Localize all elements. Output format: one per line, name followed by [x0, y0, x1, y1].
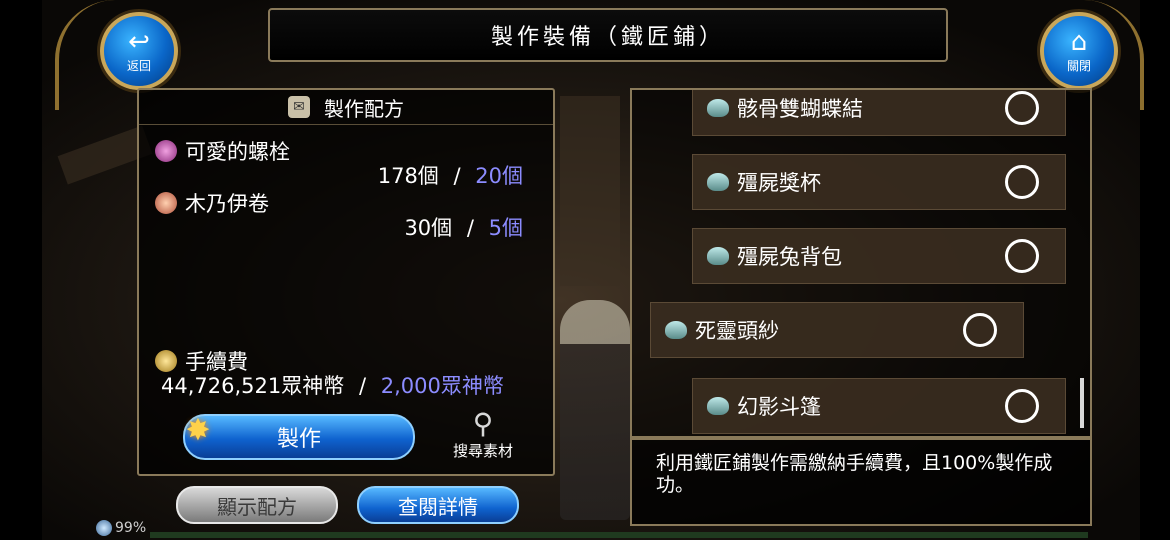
- select-radio[interactable]: [1005, 165, 1039, 199]
- show-recipe-button[interactable]: 顯示配方: [176, 486, 338, 524]
- right-letterbox: [1140, 0, 1170, 540]
- search-label: 搜尋素材: [452, 442, 513, 460]
- close-button[interactable]: ⌂ 關閉: [1040, 12, 1118, 90]
- back-button[interactable]: ↩ 返回: [100, 12, 178, 90]
- description-panel: 利用鐵匠鋪製作需繳納手續費，且100%製作成功。: [630, 438, 1092, 526]
- recipe-header: ✉ 製作配方: [139, 90, 553, 125]
- material-have: 30個: [404, 216, 453, 240]
- recipe-panel: ✉ 製作配方 可愛的螺栓 178個 / 20個 木乃伊卷 30個 / 5個 手續…: [137, 88, 555, 476]
- list-item[interactable]: 骸骨雙蝴蝶結: [692, 90, 1066, 136]
- list-item[interactable]: 幻影斗篷: [692, 378, 1066, 434]
- material-have: 178個: [377, 164, 439, 188]
- select-radio[interactable]: [963, 313, 997, 347]
- quantity-separator: /: [453, 164, 461, 188]
- fee-need: 2,000眾神幣: [380, 374, 504, 398]
- hat-icon: [707, 173, 729, 191]
- fee-amount: 44,726,521眾神幣 / 2,000眾神幣: [161, 370, 504, 400]
- material-name: 可愛的螺栓: [155, 136, 290, 166]
- bolt-icon: [155, 140, 177, 162]
- item-name: 殭屍兔背包: [737, 245, 842, 269]
- material-need: 20個: [475, 164, 523, 188]
- battery-orb-icon: [96, 520, 112, 536]
- material-quantity: 30個 / 5個: [404, 212, 523, 242]
- select-radio[interactable]: [1005, 91, 1039, 125]
- left-letterbox: [0, 0, 42, 540]
- magnifier-icon: ⚲: [472, 407, 494, 440]
- view-details-button[interactable]: 查閱詳情: [357, 486, 519, 524]
- hat-icon: [707, 247, 729, 265]
- list-item-selected[interactable]: 死靈頭紗: [650, 302, 1024, 358]
- home-icon: ⌂: [1070, 26, 1088, 57]
- background-beam: [560, 96, 620, 286]
- fee-have: 44,726,521眾神幣: [161, 374, 345, 398]
- title-bar: 製作裝備（鐵匠鋪）: [268, 8, 948, 62]
- quantity-separator: /: [466, 216, 474, 240]
- back-arrow-icon: ↩: [128, 26, 150, 57]
- player-character: [560, 300, 630, 520]
- hammer-spark-icon: ✸: [185, 413, 211, 448]
- list-item[interactable]: 殭屍獎杯: [692, 154, 1066, 210]
- item-list[interactable]: 骸骨雙蝴蝶結 殭屍獎杯 殭屍兔背包 死靈頭紗 幻影斗篷: [630, 88, 1092, 438]
- recipe-title: 製作配方: [324, 96, 404, 121]
- game-screen: 製作裝備（鐵匠鋪） ↩ 返回 ⌂ 關閉 ✉ 製作配方 可愛的螺栓 178個 / …: [0, 0, 1170, 540]
- item-name: 骸骨雙蝴蝶結: [737, 97, 863, 121]
- status-indicator: 99%: [96, 520, 146, 536]
- list-item[interactable]: 殭屍兔背包: [692, 228, 1066, 284]
- description-text: 利用鐵匠鋪製作需繳納手續費，且100%製作成功。: [656, 452, 1053, 496]
- select-radio[interactable]: [1005, 389, 1039, 423]
- list-scrollbar[interactable]: [1080, 378, 1084, 428]
- show-recipe-label: 顯示配方: [217, 494, 297, 519]
- back-label: 返回: [126, 58, 151, 73]
- battery-percent: 99%: [115, 520, 147, 536]
- material-quantity: 178個 / 20個: [378, 160, 523, 190]
- search-materials-button[interactable]: ⚲ 搜尋素材: [443, 408, 523, 461]
- hat-icon: [707, 397, 729, 415]
- hat-icon: [707, 99, 729, 117]
- close-label: 關閉: [1066, 58, 1091, 73]
- material-label: 可愛的螺栓: [185, 140, 290, 164]
- page-title: 製作裝備（鐵匠鋪）: [490, 25, 725, 50]
- item-name: 幻影斗篷: [737, 395, 821, 419]
- fee-separator: /: [358, 374, 367, 398]
- material-need: 5個: [488, 216, 523, 240]
- item-name: 殭屍獎杯: [737, 171, 821, 195]
- select-radio[interactable]: [1005, 239, 1039, 273]
- hat-icon: [665, 321, 687, 339]
- mummy-roll-icon: [155, 192, 177, 214]
- make-label: 製作: [276, 427, 321, 452]
- item-name: 死靈頭紗: [695, 319, 779, 343]
- experience-bar: [150, 532, 1088, 538]
- material-name: 木乃伊卷: [155, 188, 269, 218]
- view-details-label: 查閱詳情: [398, 494, 478, 519]
- coin-icon: [155, 350, 177, 372]
- material-label: 木乃伊卷: [185, 192, 269, 216]
- recipe-scroll-icon: ✉: [288, 96, 310, 118]
